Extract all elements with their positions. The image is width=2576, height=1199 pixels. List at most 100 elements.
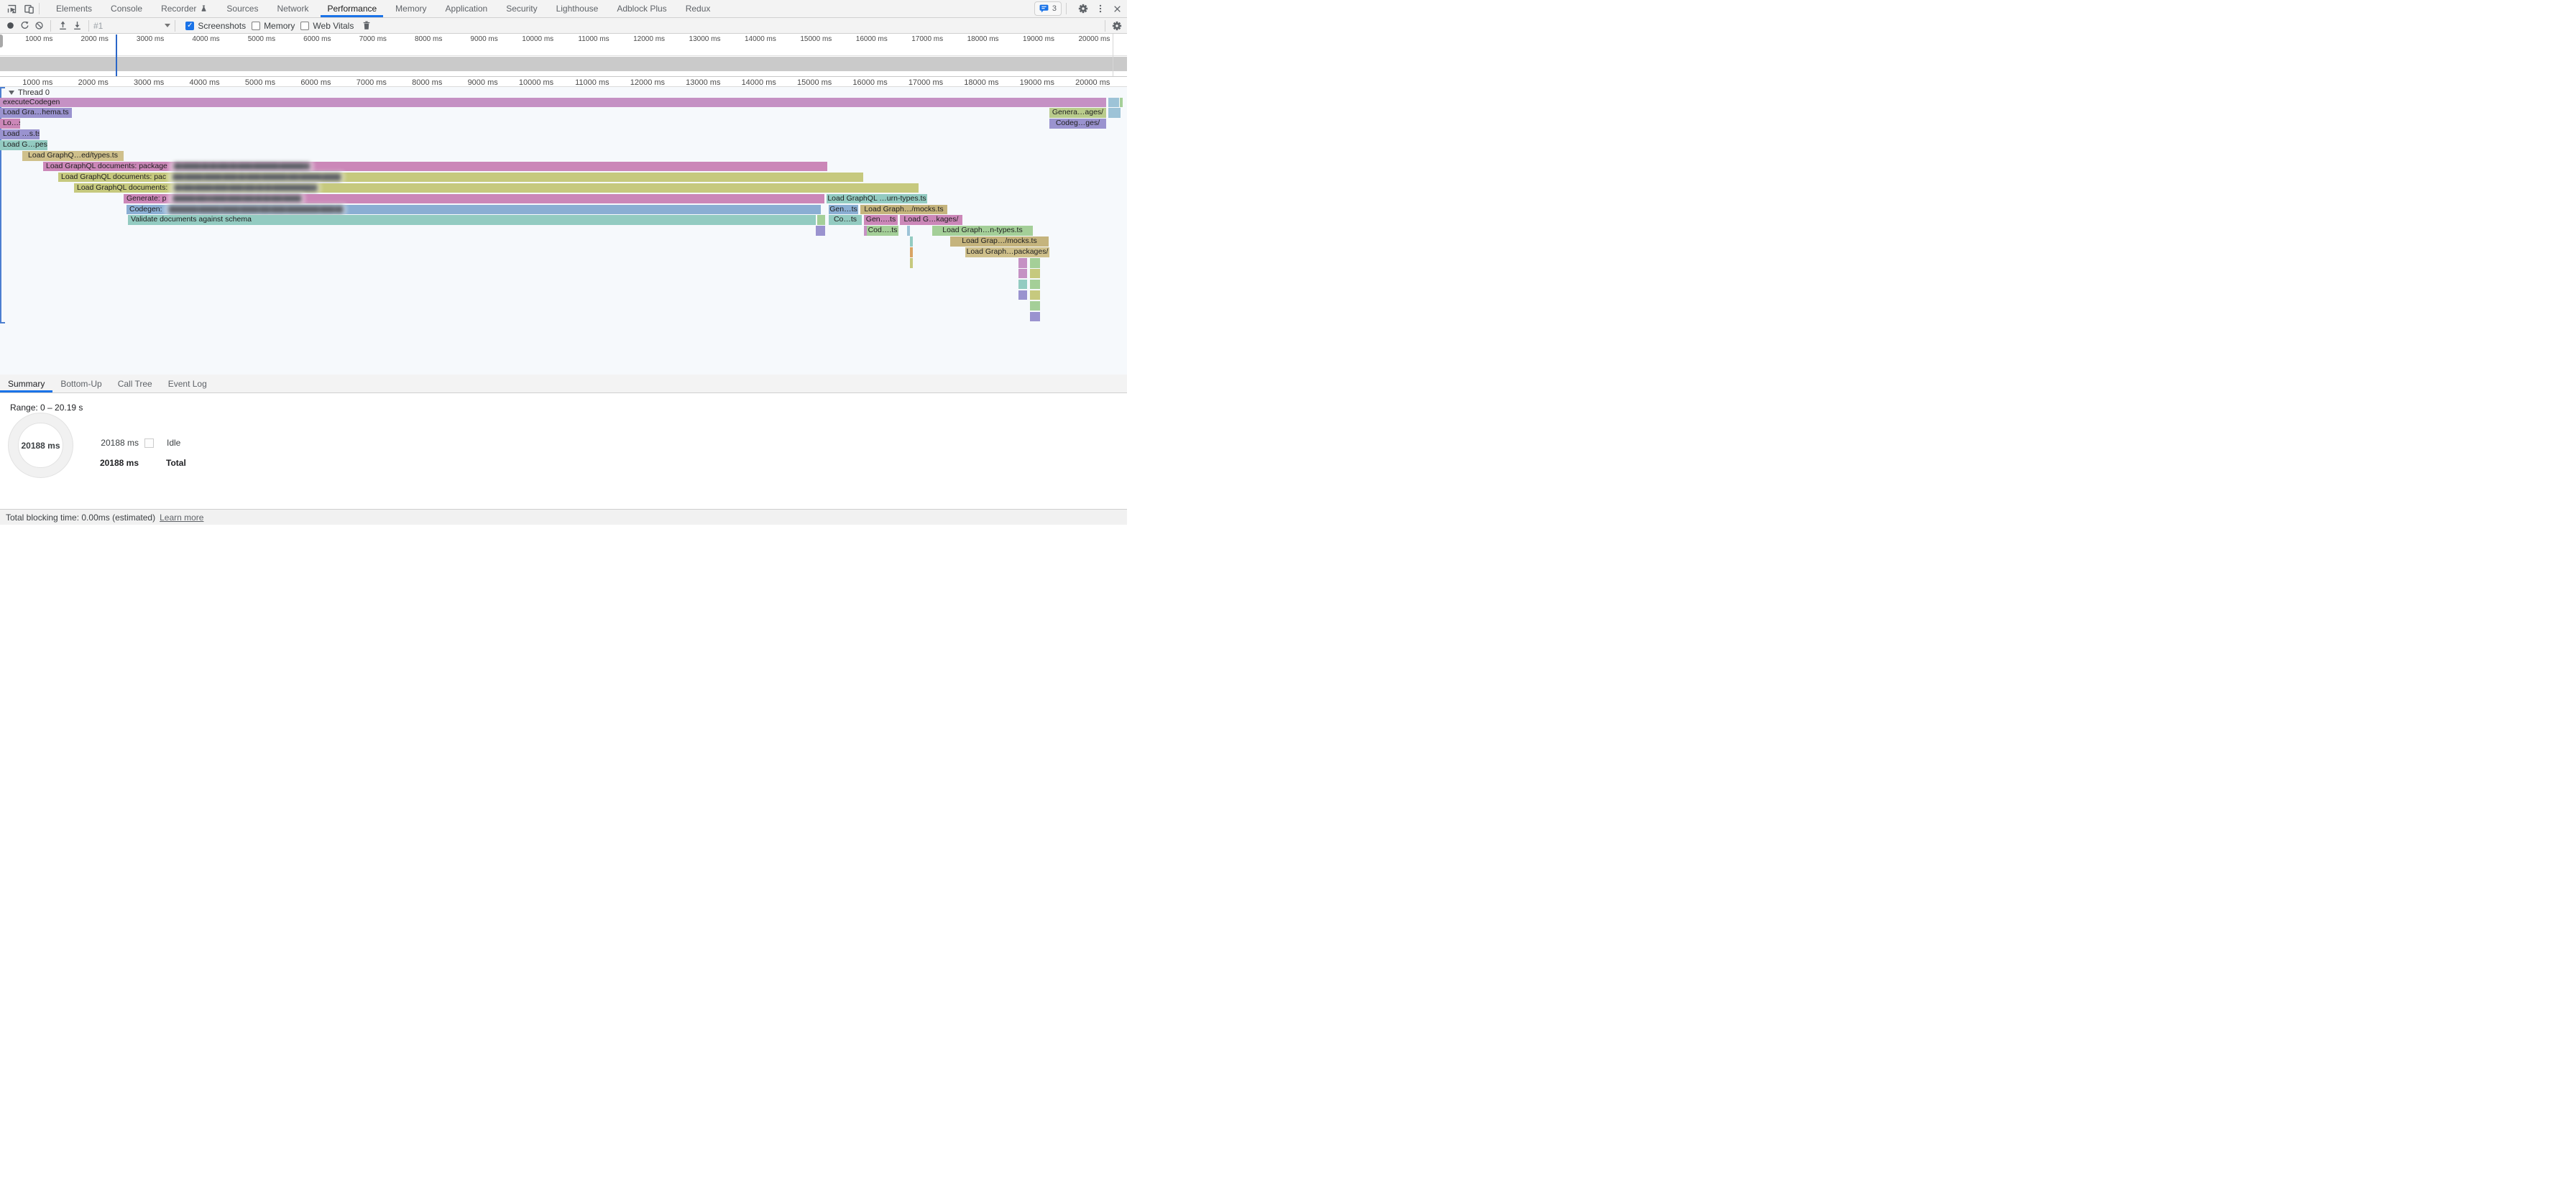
flame-bar-load-graphq-ed-types-ts[interactable]: Load GraphQ…ed/types.ts: [22, 151, 124, 161]
details-tab-summary[interactable]: Summary: [0, 375, 52, 392]
ruler-tick-label: 14000 ms: [722, 35, 776, 43]
profile-select[interactable]: #1: [93, 21, 170, 31]
tab-sources[interactable]: Sources: [217, 0, 267, 17]
flame-bar-validate-documents-against-schema[interactable]: Validate documents against schema: [128, 215, 816, 225]
checkbox-unchecked-icon[interactable]: [252, 22, 260, 30]
tab-memory[interactable]: Memory: [386, 0, 436, 17]
flame-bar-codegen[interactable]: Codegen:████████ ██████ █████ █████ ███ …: [126, 205, 821, 215]
flame-bar-load-graphql-documents[interactable]: Load GraphQL documents:██ ███ █████ ████…: [74, 183, 919, 193]
flame-bar-load-graphql-urn-types-ts[interactable]: Load GraphQL …urn-types.ts: [827, 194, 927, 204]
tab-label: Application: [446, 4, 488, 14]
tab-redux[interactable]: Redux: [676, 0, 720, 17]
ruler-tick-label: 16000 ms: [833, 35, 888, 43]
tab-recorder[interactable]: Recorder: [152, 0, 217, 17]
flame-bar-load-grap-mocks-ts[interactable]: Load Grap…/mocks.ts: [950, 236, 1049, 247]
flame-bar-genera-ages[interactable]: Genera…ages/: [1049, 108, 1106, 118]
flame-bar[interactable]: [910, 247, 913, 257]
device-toolbar-icon[interactable]: [24, 4, 34, 14]
capture-settings-gear-icon[interactable]: [1110, 19, 1124, 33]
inspect-element-icon[interactable]: [6, 4, 17, 14]
checkbox-memory[interactable]: Memory: [252, 21, 295, 31]
flame-bar-executecodegen[interactable]: executeCodegen: [0, 98, 1106, 108]
flame-bar-label: Codeg…ges/: [1056, 119, 1100, 127]
tab-lighthouse[interactable]: Lighthouse: [547, 0, 608, 17]
flame-bar[interactable]: [817, 215, 825, 225]
checkbox-unchecked-icon[interactable]: [300, 22, 309, 30]
flame-bar[interactable]: [1018, 280, 1027, 290]
timeline-overview[interactable]: 1000 ms2000 ms3000 ms4000 ms5000 ms6000 …: [0, 34, 1127, 77]
ruler-tick-label: 10000 ms: [499, 35, 553, 43]
flame-bar[interactable]: [1030, 301, 1040, 311]
flame-bar[interactable]: [1120, 98, 1123, 108]
flame-bar[interactable]: [910, 258, 913, 268]
checkbox-label: Memory: [264, 21, 295, 31]
tab-label: Recorder: [161, 4, 196, 14]
checkbox-screenshots[interactable]: ✓Screenshots: [185, 21, 246, 31]
flame-bar-codeg-ges[interactable]: Codeg…ges/: [1049, 119, 1106, 129]
flame-bar-load-graphql-documents-package[interactable]: Load GraphQL documents: package██ █████ …: [43, 162, 827, 172]
checkbox-web-vitals[interactable]: Web Vitals: [300, 21, 354, 31]
tab-console[interactable]: Console: [101, 0, 152, 17]
close-icon[interactable]: [1112, 4, 1123, 14]
learn-more-link[interactable]: Learn more: [160, 513, 203, 523]
delete-recording-icon[interactable]: [359, 19, 374, 33]
performance-toolbar: #1 ✓Screenshots Memory Web Vitals: [0, 18, 1127, 34]
tab-application[interactable]: Application: [436, 0, 497, 17]
console-messages-button[interactable]: 3: [1034, 1, 1062, 16]
flame-bar[interactable]: [1030, 280, 1040, 290]
checkbox-checked-icon[interactable]: ✓: [185, 22, 194, 30]
flame-bar-generate-p[interactable]: Generate: p██████ ███ █ ████ ████ ███ ██…: [124, 194, 824, 204]
legend-value: 20188 ms: [96, 438, 139, 448]
flame-bar-lo-s[interactable]: Lo…s: [0, 119, 20, 129]
thread-header[interactable]: Thread 0: [9, 88, 50, 97]
flame-bar[interactable]: [1030, 269, 1040, 279]
flame-bar[interactable]: [1030, 290, 1040, 300]
tab-performance[interactable]: Performance: [318, 0, 386, 17]
ruler-tick-label: 4000 ms: [165, 35, 220, 43]
flame-bar-load-graph-packages[interactable]: Load Graph…packages/: [965, 247, 1049, 257]
flame-chart[interactable]: Thread 0 executeCodegenLoad Gra…hema.ts G…: [0, 87, 1127, 375]
flame-bar-load-s-ts[interactable]: Load …s.ts: [0, 129, 40, 139]
flame-bar[interactable]: [816, 226, 825, 236]
flame-bar[interactable]: [910, 236, 913, 247]
flask-icon: [200, 4, 208, 13]
load-profile-icon[interactable]: [55, 19, 70, 33]
settings-gear-icon[interactable]: [1077, 4, 1088, 14]
details-tab-event-log[interactable]: Event Log: [160, 375, 215, 392]
record-button[interactable]: [3, 19, 17, 33]
reload-and-record-icon[interactable]: [17, 19, 32, 33]
tab-adblock-plus[interactable]: Adblock Plus: [607, 0, 676, 17]
clear-icon[interactable]: [32, 19, 46, 33]
flame-bar-gen-ts[interactable]: Gen….ts: [864, 215, 898, 225]
status-footer: Total blocking time: 0.00ms (estimated) …: [0, 509, 1127, 525]
flame-bar-load-graph-mocks-ts[interactable]: Load Graph…/mocks.ts: [860, 205, 947, 215]
flame-bar-co-ts[interactable]: Co…ts: [829, 215, 862, 225]
flame-bar-load-g-pes-ts[interactable]: Load G…pes.ts: [0, 140, 47, 150]
flame-bar-load-graphql-documents-pac[interactable]: Load GraphQL documents: pac███ █████ ███…: [58, 173, 863, 183]
flame-bar-cod-ts[interactable]: Cod….ts: [867, 226, 898, 236]
flame-bar[interactable]: [1108, 108, 1121, 118]
flame-bar[interactable]: [907, 226, 910, 236]
flame-bar[interactable]: [1030, 312, 1040, 322]
tab-label: Performance: [327, 4, 377, 14]
flame-bar[interactable]: [1018, 258, 1027, 268]
more-options-icon[interactable]: [1095, 4, 1105, 14]
tab-network[interactable]: Network: [267, 0, 318, 17]
tab-label: Console: [111, 4, 142, 14]
tab-security[interactable]: Security: [497, 0, 546, 17]
flame-bar-load-gra-hema-ts[interactable]: Load Gra…hema.ts: [0, 108, 72, 118]
flame-bar[interactable]: [1018, 269, 1027, 279]
flame-bar[interactable]: [1108, 98, 1119, 108]
flame-bar-gen-ts[interactable]: Gen…ts: [829, 205, 858, 215]
flame-bar-label: Generate: p: [126, 194, 166, 203]
flame-bar[interactable]: [1018, 290, 1027, 300]
flame-bar-load-g-kages[interactable]: Load G…kages/: [900, 215, 962, 225]
details-tab-call-tree[interactable]: Call Tree: [110, 375, 160, 392]
overview-drag-handle[interactable]: [0, 35, 3, 47]
details-tab-bottom-up[interactable]: Bottom-Up: [52, 375, 109, 392]
save-profile-icon[interactable]: [70, 19, 84, 33]
flame-bar[interactable]: [1030, 258, 1040, 268]
thread-label: Thread 0: [18, 88, 50, 97]
tab-elements[interactable]: Elements: [47, 0, 101, 17]
flame-bar-load-graph-n-types-ts[interactable]: Load Graph…n-types.ts: [932, 226, 1033, 236]
